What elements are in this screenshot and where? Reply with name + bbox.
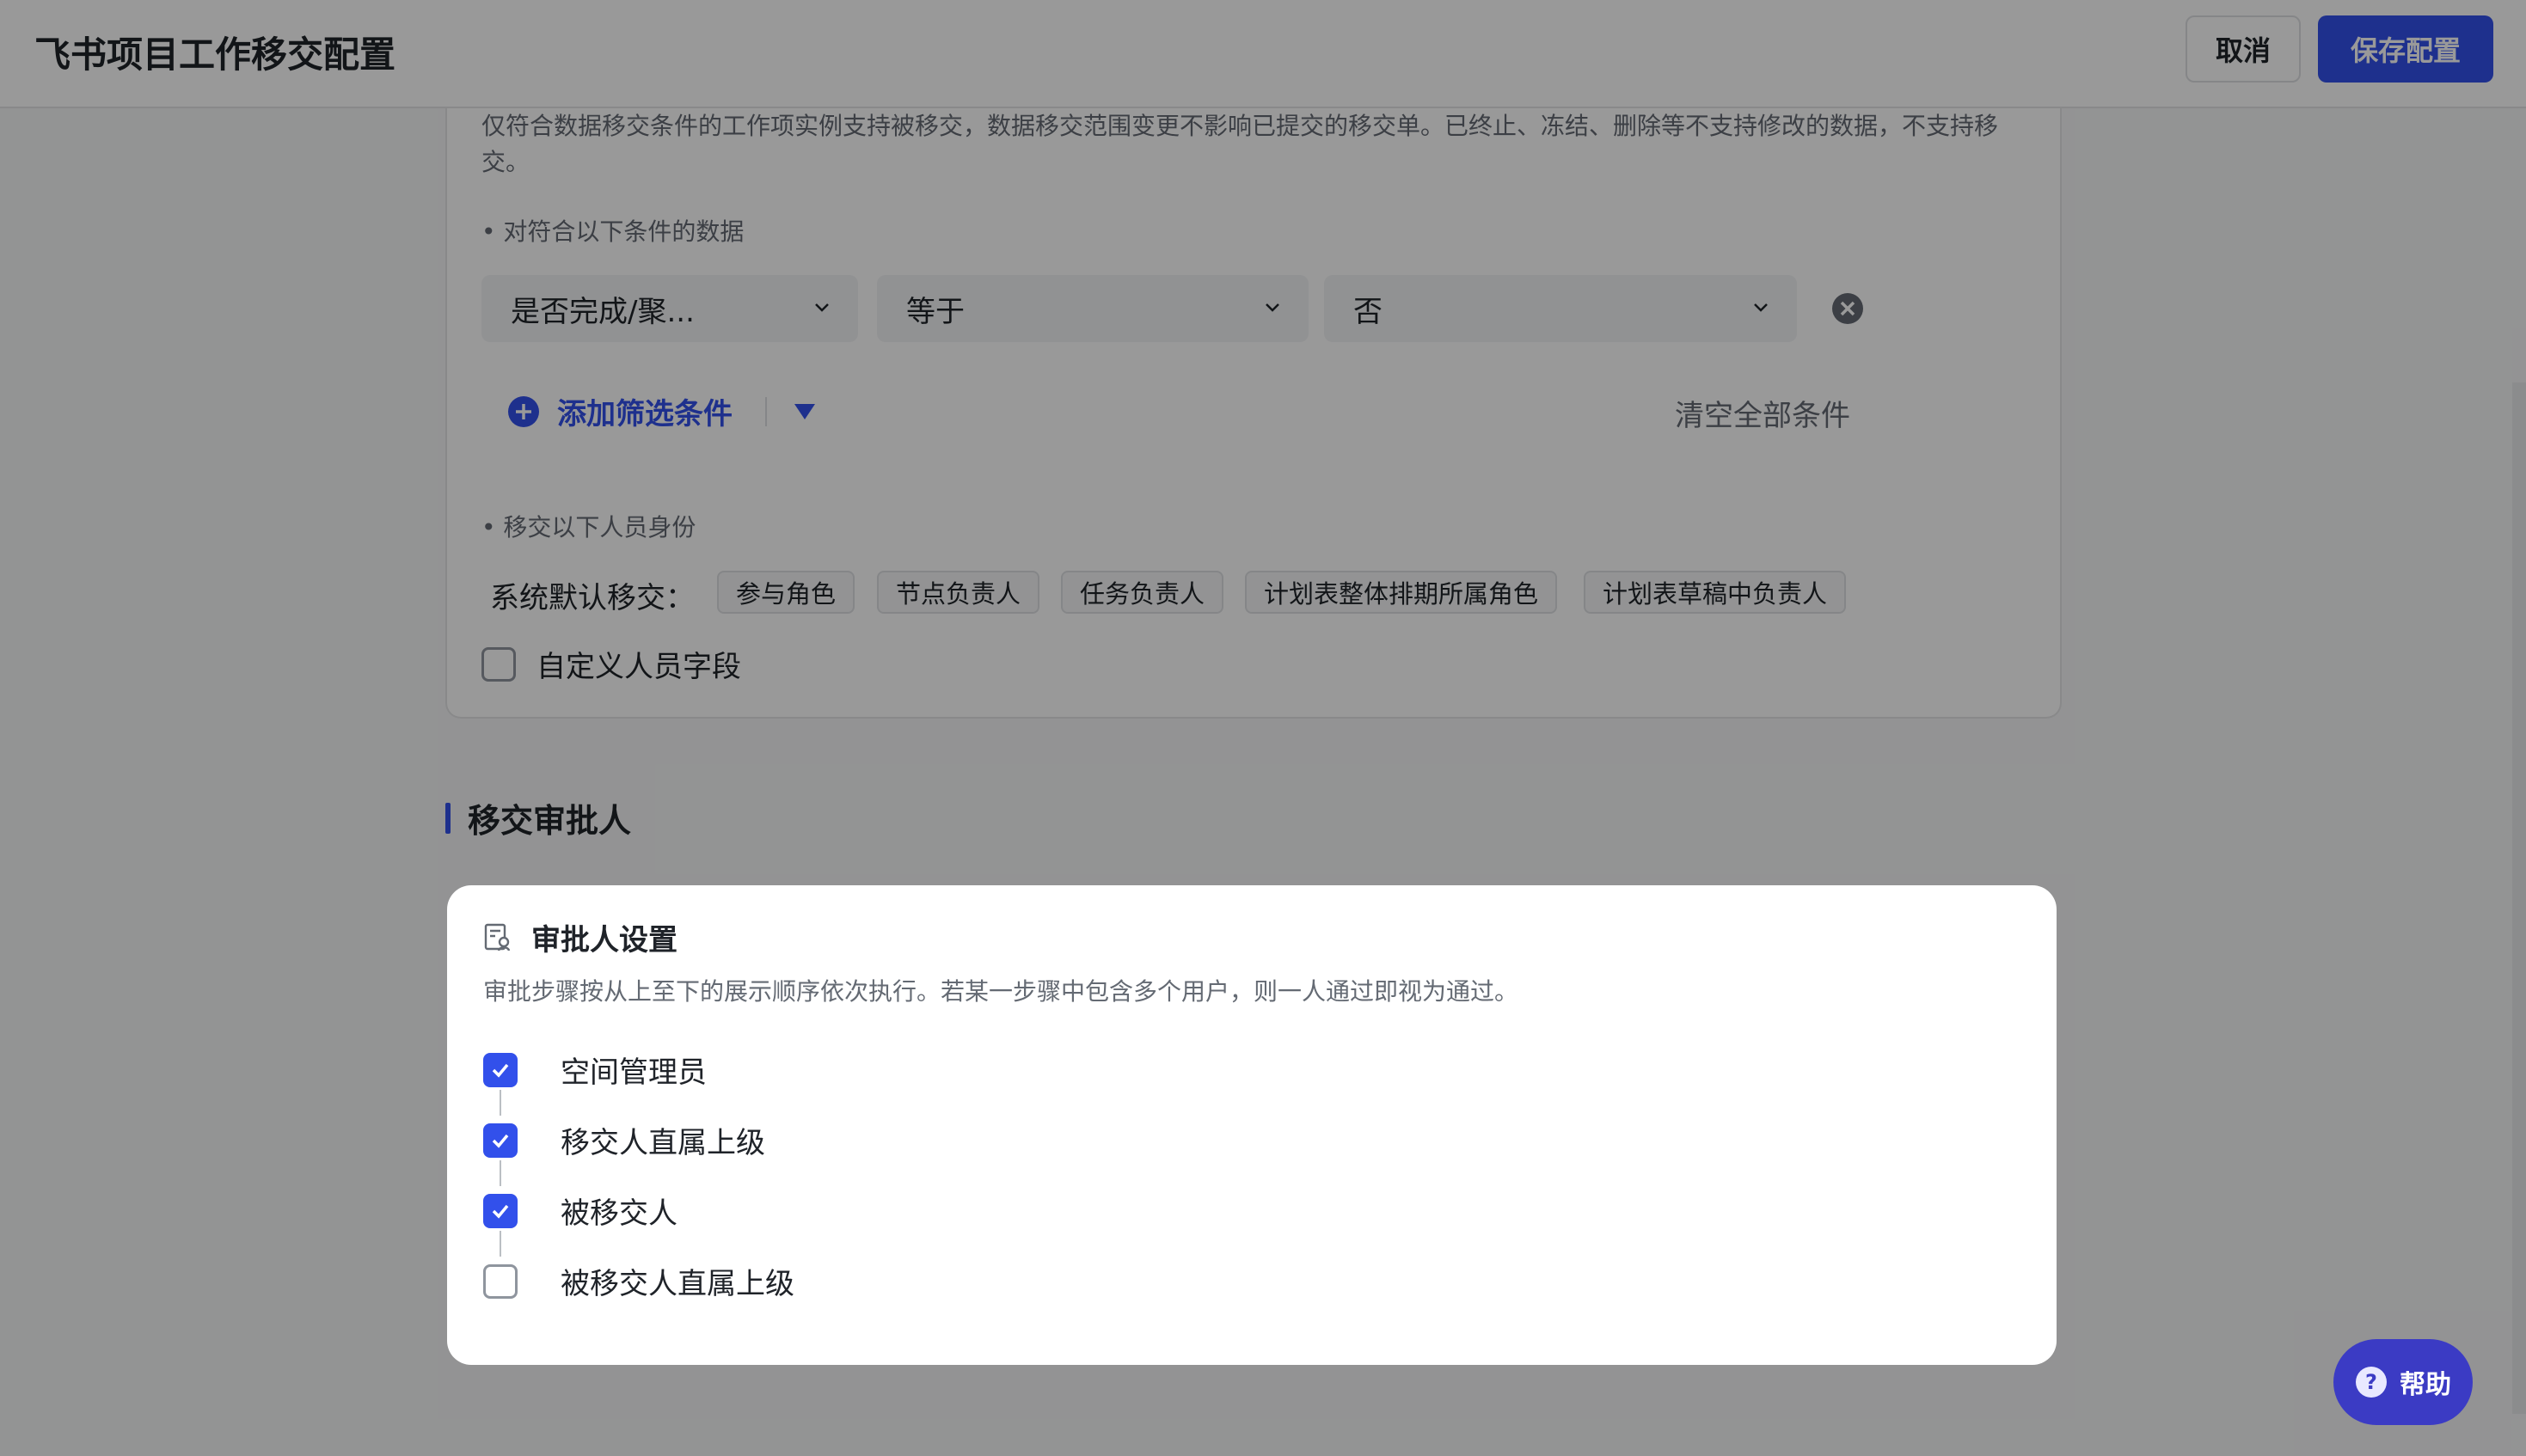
approver-card-title: 审批人设置 [531,923,677,957]
step-connector [500,1231,501,1257]
step-checkbox-checked[interactable] [483,1123,518,1158]
step-connector [500,1090,501,1116]
checkmark-icon [492,1063,509,1078]
step-label: 移交人直属上级 [561,1126,765,1160]
approver-document-icon [484,923,511,951]
help-label: 帮助 [2400,1370,2451,1400]
help-button[interactable]: ? 帮助 [2333,1339,2473,1425]
approver-step-transferor-manager[interactable]: 移交人直属上级 [483,1119,765,1161]
approver-step-transferee[interactable]: 被移交人 [483,1190,677,1232]
approver-card-header: 审批人设置 [483,916,677,958]
step-checkbox-unchecked[interactable] [483,1263,518,1299]
approver-settings-card: 审批人设置 审批步骤按从上至下的展示顺序依次执行。若某一步骤中包含多个用户，则一… [447,885,2057,1365]
step-label: 被移交人直属上级 [561,1267,794,1301]
approver-card-description: 审批步骤按从上至下的展示顺序依次执行。若某一步骤中包含多个用户，则一人通过即视为… [483,977,1519,1006]
approver-step-transferee-manager[interactable]: 被移交人直属上级 [483,1260,794,1302]
step-label: 被移交人 [561,1196,677,1231]
checkmark-icon [492,1134,509,1148]
step-checkbox-checked[interactable] [483,1193,518,1228]
step-checkbox-checked[interactable] [483,1052,518,1087]
approver-step-space-admin[interactable]: 空间管理员 [483,1049,707,1091]
step-connector [500,1160,501,1186]
checkmark-icon [492,1204,509,1219]
svg-text:?: ? [2365,1370,2377,1394]
question-circle-icon: ? [2356,1367,2387,1398]
step-label: 空间管理员 [561,1055,707,1090]
